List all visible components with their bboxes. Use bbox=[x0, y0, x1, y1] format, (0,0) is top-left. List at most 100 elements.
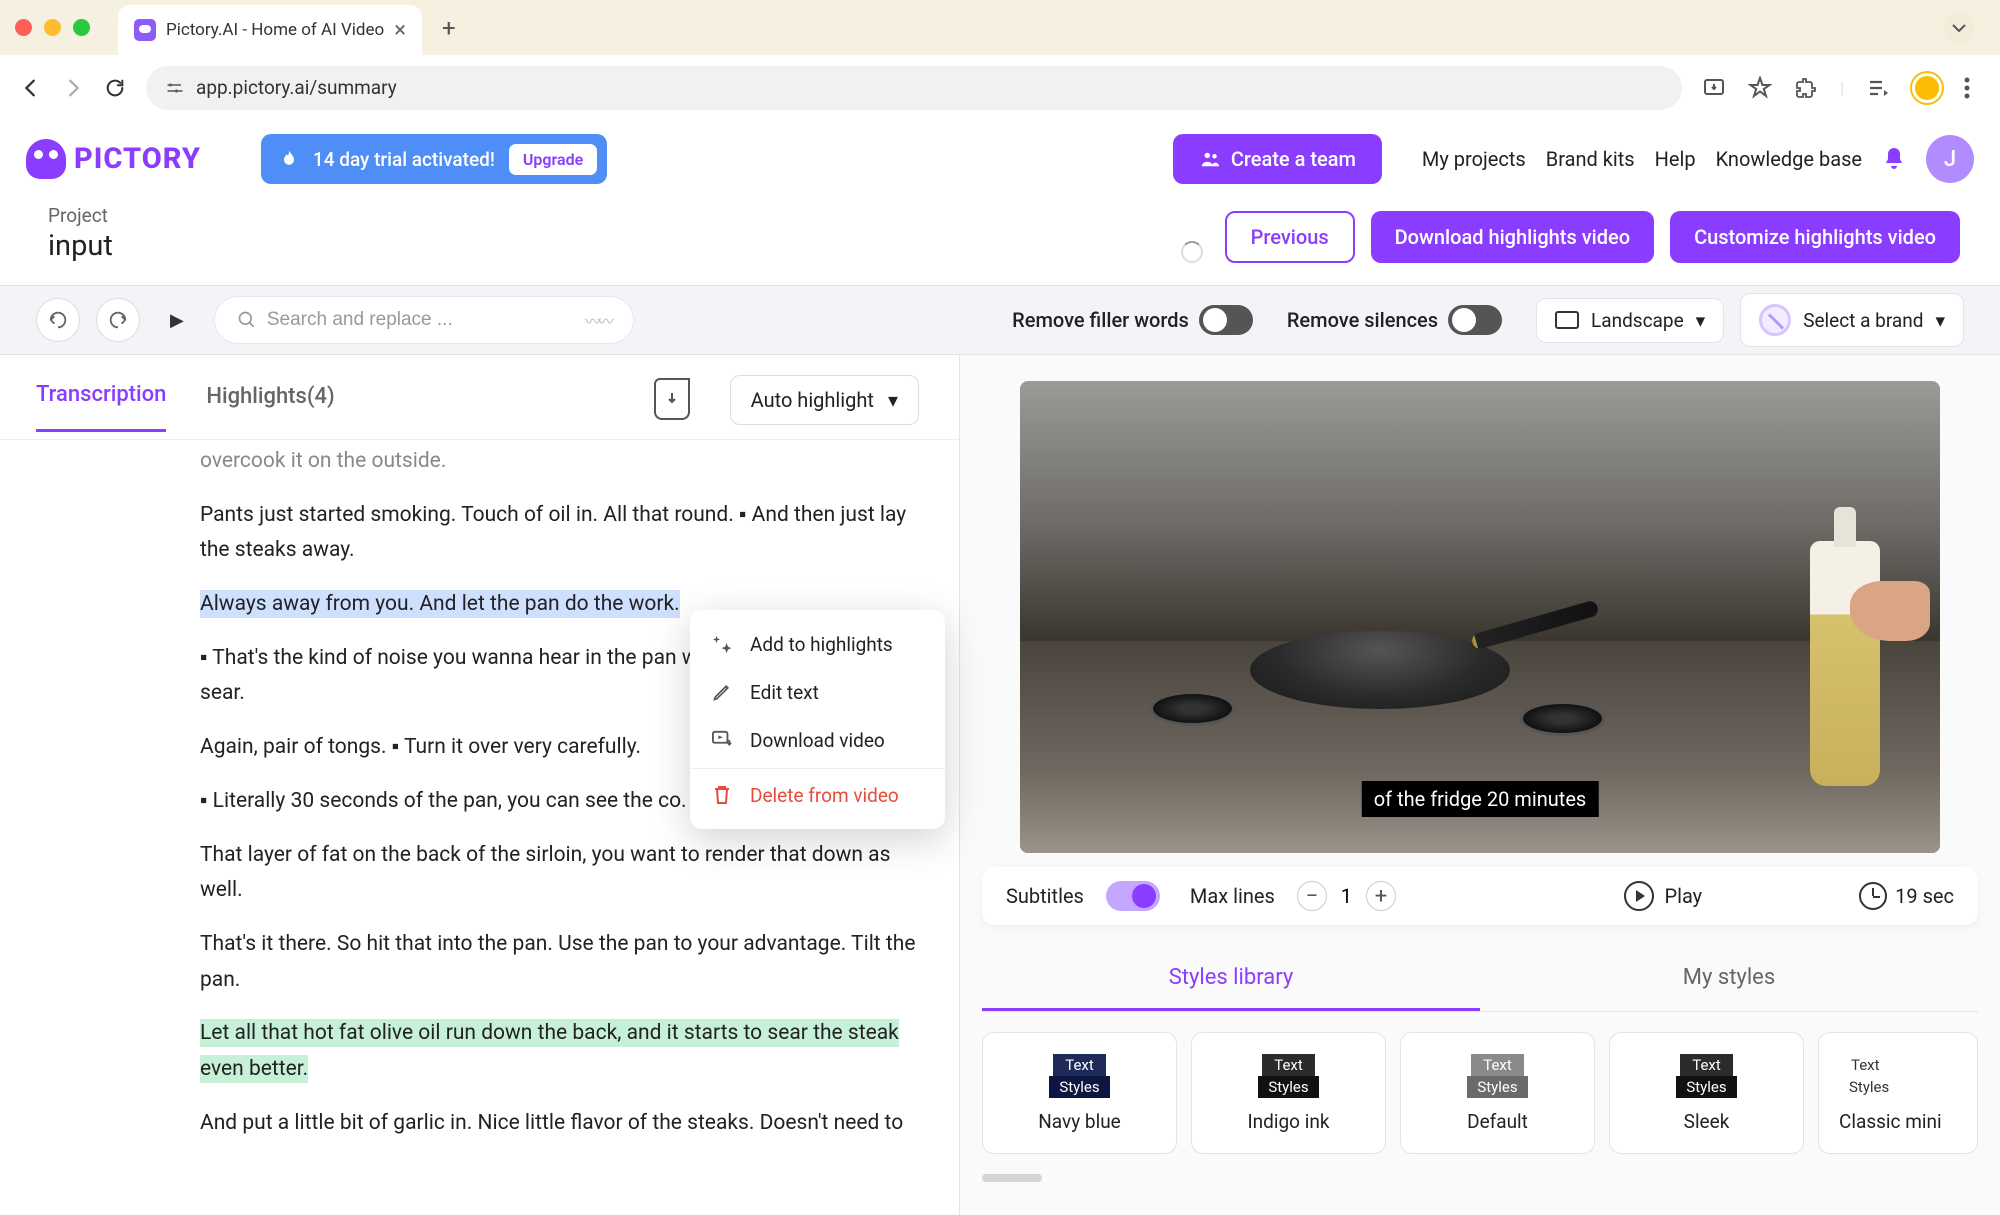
site-settings-icon bbox=[166, 79, 184, 97]
extensions-icon[interactable] bbox=[1794, 76, 1818, 100]
window-close-dot[interactable] bbox=[15, 19, 32, 36]
video-frame[interactable]: of the fridge 20 minutes bbox=[1020, 381, 1940, 853]
nav-knowledge-base[interactable]: Knowledge base bbox=[1716, 147, 1862, 171]
remove-filler-toggle[interactable] bbox=[1199, 305, 1253, 335]
media-control-icon[interactable] bbox=[1866, 76, 1890, 100]
style-swatch: TextStyles bbox=[1258, 1054, 1318, 1098]
remove-silences-toggle[interactable] bbox=[1448, 305, 1502, 335]
video-controls: Subtitles Max lines − 1 + Play 19 sec bbox=[982, 867, 1978, 925]
previous-button[interactable]: Previous bbox=[1225, 211, 1355, 263]
search-icon bbox=[237, 310, 257, 330]
style-card-navy[interactable]: TextStyles Navy blue bbox=[982, 1032, 1177, 1154]
brand-chip-icon bbox=[1759, 304, 1791, 336]
auto-highlight-dropdown[interactable]: Auto highlight ▾ bbox=[730, 375, 919, 425]
expand-caret-icon[interactable]: ▶ bbox=[170, 310, 184, 331]
max-lines-stepper: − 1 + bbox=[1297, 881, 1396, 911]
flame-icon bbox=[279, 149, 299, 169]
tab-transcription[interactable]: Transcription bbox=[36, 382, 166, 432]
redo-button[interactable] bbox=[96, 298, 140, 342]
orientation-dropdown[interactable]: Landscape ▾ bbox=[1536, 298, 1724, 343]
new-tab-button[interactable]: + bbox=[442, 14, 456, 42]
menu-delete-from-video[interactable]: Delete from video bbox=[690, 768, 945, 819]
style-card-indigo[interactable]: TextStyles Indigo ink bbox=[1191, 1032, 1386, 1154]
transcript-line[interactable]: That's it there. So hit that into the pa… bbox=[200, 927, 921, 998]
transcript-line[interactable]: That layer of fat on the back of the sir… bbox=[200, 838, 921, 909]
style-swatch: TextStyles bbox=[1049, 1054, 1109, 1098]
landscape-icon bbox=[1555, 311, 1579, 329]
video-download-icon bbox=[710, 728, 734, 752]
url-text: app.pictory.ai/summary bbox=[196, 76, 397, 99]
browser-chrome: Pictory.AI - Home of AI Video × + app.pi… bbox=[0, 0, 2000, 120]
duration-value: 19 sec bbox=[1895, 884, 1954, 908]
style-card-classic[interactable]: TextStyles Classic mini bbox=[1818, 1032, 1978, 1154]
play-button[interactable]: Play bbox=[1624, 881, 1702, 911]
tab-highlights[interactable]: Highlights(4) bbox=[206, 384, 334, 431]
menu-download-video[interactable]: Download video bbox=[690, 716, 945, 764]
search-replace-box[interactable]: 〰〰 bbox=[214, 296, 634, 344]
trial-banner: 14 day trial activated! Upgrade bbox=[261, 134, 607, 184]
browser-profile-icon[interactable] bbox=[1912, 73, 1942, 103]
brand-dropdown[interactable]: Select a brand ▾ bbox=[1740, 293, 1964, 347]
increase-button[interactable]: + bbox=[1366, 881, 1396, 911]
nav-brand-kits[interactable]: Brand kits bbox=[1546, 147, 1635, 171]
user-avatar[interactable]: J bbox=[1926, 135, 1974, 183]
subtitles-label: Subtitles bbox=[1006, 884, 1084, 908]
transcript-line[interactable]: overcook it on the outside. bbox=[200, 444, 921, 480]
search-input[interactable] bbox=[267, 309, 575, 331]
browser-menu-icon[interactable] bbox=[1964, 77, 1970, 99]
tab-close-icon[interactable]: × bbox=[394, 18, 406, 43]
tab-favicon bbox=[134, 19, 156, 41]
style-card-sleek[interactable]: TextStyles Sleek bbox=[1609, 1032, 1804, 1154]
content: Transcription Highlights(4) Auto highlig… bbox=[0, 355, 2000, 1215]
transcript-line-highlighted[interactable]: Let all that hot fat olive oil run down … bbox=[200, 1016, 921, 1087]
forward-button[interactable] bbox=[62, 77, 84, 99]
undo-button[interactable] bbox=[36, 298, 80, 342]
app-header: PICTORY 14 day trial activated! Upgrade … bbox=[0, 120, 2000, 198]
create-team-button[interactable]: Create a team bbox=[1173, 134, 1382, 184]
trash-icon bbox=[710, 783, 734, 807]
transcript-line[interactable]: Pants just started smoking. Touch of oil… bbox=[200, 498, 921, 569]
chevron-down-icon: ▾ bbox=[1696, 309, 1706, 332]
window-zoom-dot[interactable] bbox=[73, 19, 90, 36]
orientation-label: Landscape bbox=[1591, 309, 1684, 332]
tab-styles-library[interactable]: Styles library bbox=[982, 947, 1480, 1011]
sparkle-icon bbox=[710, 632, 734, 656]
toolbar: ▶ 〰〰 Remove filler words Remove silences… bbox=[0, 285, 2000, 355]
transcript-line[interactable]: And put a little bit of garlic in. Nice … bbox=[200, 1106, 921, 1142]
url-input[interactable]: app.pictory.ai/summary bbox=[146, 66, 1682, 110]
menu-add-to-highlights[interactable]: Add to highlights bbox=[690, 620, 945, 668]
upgrade-button[interactable]: Upgrade bbox=[509, 144, 597, 175]
tab-overflow-button[interactable] bbox=[1943, 12, 1975, 44]
styles-row[interactable]: TextStyles Navy blue TextStyles Indigo i… bbox=[960, 1012, 2000, 1174]
play-icon bbox=[1624, 881, 1654, 911]
style-card-default[interactable]: TextStyles Default bbox=[1400, 1032, 1595, 1154]
max-lines-label: Max lines bbox=[1190, 884, 1275, 908]
style-name: Navy blue bbox=[1038, 1110, 1121, 1133]
horizontal-scrollbar[interactable] bbox=[982, 1174, 1042, 1182]
style-name: Sleek bbox=[1684, 1110, 1730, 1133]
window-minimize-dot[interactable] bbox=[44, 19, 61, 36]
nav-my-projects[interactable]: My projects bbox=[1422, 147, 1526, 171]
nav-help[interactable]: Help bbox=[1655, 147, 1696, 171]
download-transcript-icon[interactable] bbox=[654, 378, 690, 420]
decrease-button[interactable]: − bbox=[1297, 881, 1327, 911]
window-controls bbox=[15, 19, 110, 36]
tab-my-styles[interactable]: My styles bbox=[1480, 947, 1978, 1011]
subtitles-toggle[interactable] bbox=[1106, 881, 1160, 911]
menu-edit-text[interactable]: Edit text bbox=[690, 668, 945, 716]
duration-display: 19 sec bbox=[1859, 882, 1954, 910]
app-logo[interactable]: PICTORY bbox=[26, 139, 201, 179]
back-button[interactable] bbox=[20, 77, 42, 99]
bookmark-icon[interactable] bbox=[1748, 76, 1772, 100]
max-lines-value: 1 bbox=[1341, 884, 1352, 908]
customize-highlights-button[interactable]: Customize highlights video bbox=[1670, 211, 1960, 263]
download-highlights-button[interactable]: Download highlights video bbox=[1371, 211, 1654, 263]
chevron-down-icon: ▾ bbox=[1935, 309, 1945, 332]
reload-button[interactable] bbox=[104, 77, 126, 99]
notifications-icon[interactable] bbox=[1882, 146, 1906, 172]
browser-tab[interactable]: Pictory.AI - Home of AI Video × bbox=[118, 5, 422, 55]
clock-icon bbox=[1859, 882, 1887, 910]
install-app-icon[interactable] bbox=[1702, 76, 1726, 100]
logo-text: PICTORY bbox=[74, 142, 201, 176]
menu-label: Add to highlights bbox=[750, 633, 893, 656]
